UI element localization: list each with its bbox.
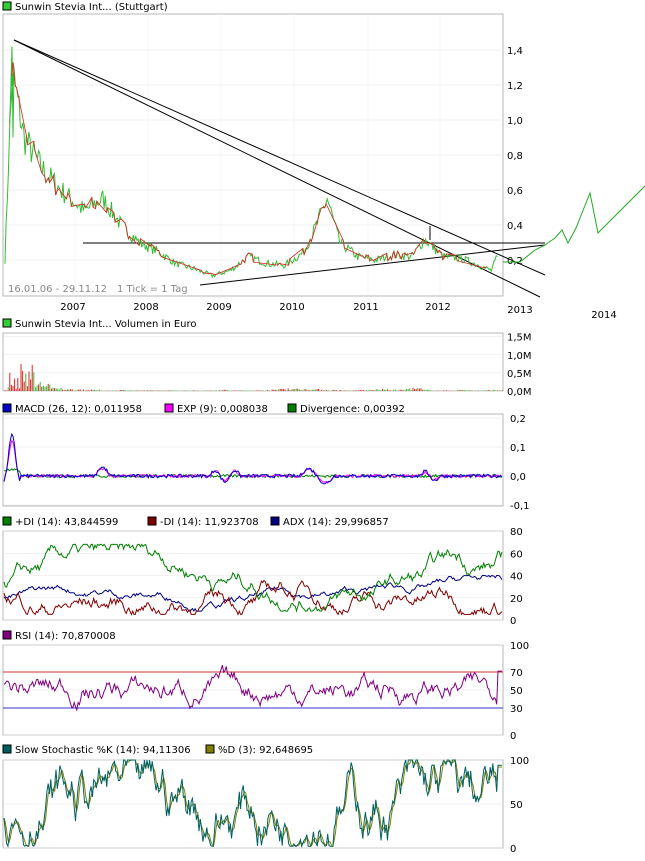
dmi-y-tick-label: 0 <box>510 616 516 627</box>
price-x-tick-label: 2009 <box>206 302 231 313</box>
dmi-gridlines <box>3 530 503 621</box>
stoch-y-tick-label: 100 <box>510 756 529 767</box>
dmi-legend-label: ADX (14): 29,996857 <box>283 517 389 528</box>
price-series-line <box>4 46 498 279</box>
macd-plot-frame <box>2 413 504 507</box>
price-range-text: 16.01.06 - 29.11.12 <box>8 284 107 295</box>
volume-y-axis: 1,5M 1,0M 0,5M 0,0M <box>507 333 532 398</box>
price-x-tick-label: 2007 <box>60 302 85 313</box>
dmi-y-tick-label: 20 <box>510 594 523 605</box>
macd-y-tick-label: 0,1 <box>510 443 526 454</box>
macd-legend-swatch <box>164 403 174 413</box>
stoch-legend-swatch <box>205 744 215 754</box>
rsi-y-tick-label: 70 <box>510 668 523 679</box>
dmi-y-tick-label: 60 <box>510 549 523 560</box>
macd-legend: MACD (26, 12): 0,011958 EXP (9): 0,008038… <box>2 403 405 415</box>
dmi-y-tick-label: 40 <box>510 572 523 583</box>
volume-panel: Sunwin Stevia Int... Volumen in Euro 1,5… <box>2 318 532 398</box>
rsi-y-tick-label: 0 <box>510 731 516 742</box>
stoch-legend-label: Slow Stochastic %K (14): 94,11306 <box>15 745 191 756</box>
price-y-tick-label: 0,6 <box>507 186 523 197</box>
dmi-legend-swatch <box>270 516 280 526</box>
price-y-tick-label: 1,2 <box>507 81 523 92</box>
macd-y-axis: 0,2 0,1 0,0 -0,1 <box>510 414 530 512</box>
price-gridlines <box>3 14 503 296</box>
price-title: Sunwin Stevia Int... (Stuttgart) <box>15 2 168 13</box>
macd-y-tick-label: -0,1 <box>510 501 530 512</box>
stoch-legend: Slow Stochastic %K (14): 94,11306 %D (3):… <box>2 744 313 756</box>
price-y-tick-label: 1,0 <box>507 116 523 127</box>
volume-plot-frame <box>2 332 504 392</box>
price-x-tick-label: 2013 <box>507 305 532 316</box>
volume-y-tick-label: 0,5M <box>507 369 532 380</box>
rsi-y-tick-label: 100 <box>510 641 529 652</box>
dmi-legend: +DI (14): 43,844599 -DI (14): 11,923708 AD… <box>2 516 389 528</box>
stoch-panel: Slow Stochastic %K (14): 94,11306 %D (3):… <box>2 744 529 855</box>
macd-legend-swatch <box>2 403 12 413</box>
price-x-tick-label: 2008 <box>133 302 158 313</box>
price-x-tick-label: 2012 <box>425 302 450 313</box>
volume-y-tick-label: 1,0M <box>507 351 532 362</box>
stoch-k-line <box>3 759 502 848</box>
macd-y-tick-label: 0,0 <box>510 472 526 483</box>
projection-line <box>503 185 645 263</box>
dmi-legend-swatch <box>147 516 157 526</box>
volume-bars <box>4 363 504 391</box>
volume-gridlines <box>3 336 503 392</box>
stoch-y-tick-label: 0 <box>510 844 516 855</box>
macd-legend-swatch <box>287 403 297 413</box>
rsi-y-tick-label: 30 <box>510 704 523 715</box>
volume-title: Sunwin Stevia Int... Volumen in Euro <box>15 319 197 330</box>
dmi-y-tick-label: 80 <box>510 527 523 538</box>
rsi-y-tick-label: 50 <box>510 686 523 697</box>
macd-y-tick-label: 0,2 <box>510 414 526 425</box>
price-panel: Sunwin Stevia Int... (Stuttgart) 1,4 1,2 1… <box>2 1 645 321</box>
chart-stage: Sunwin Stevia Int... (Stuttgart) 1,4 1,2 1… <box>0 0 645 857</box>
rsi-legend: RSI (14): 70,870008 <box>2 630 116 642</box>
price-y-axis: 1,41,21,00,80,60,40,2 <box>507 46 523 267</box>
rsi-legend-label: RSI (14): 70,870008 <box>15 631 116 642</box>
volume-y-tick-label: 0,0M <box>507 387 532 398</box>
stoch-y-axis: 100 50 0 <box>510 756 529 855</box>
stoch-d-line <box>3 758 502 848</box>
macd-gridlines <box>3 417 503 506</box>
macd-legend-label: Divergence: 0,00392 <box>300 404 405 415</box>
dmi-legend-label: +DI (14): 43,844599 <box>15 517 118 528</box>
macd-legend-label: EXP (9): 0,008038 <box>177 404 268 415</box>
price-x-tick-label: 2010 <box>279 302 304 313</box>
rsi-legend-swatch <box>2 630 12 640</box>
volume-legend-swatch <box>2 318 12 328</box>
volume-y-tick-label: 1,5M <box>507 333 532 344</box>
price-x-tick-label: 2014 <box>591 310 616 321</box>
stoch-legend-swatch <box>2 744 12 754</box>
price-tick-text: 1 Tick = 1 Tag <box>117 284 188 295</box>
chart-canvas: Sunwin Stevia Int... (Stuttgart) 1,4 1,2 1… <box>2 1 645 855</box>
price-y-tick-label: 1,4 <box>507 46 523 57</box>
price-y-tick-label: 0,4 <box>507 221 523 232</box>
dmi-y-axis: 80 60 40 20 0 <box>510 527 523 627</box>
dmi-legend-swatch <box>2 516 12 526</box>
rsi-gridlines <box>3 644 503 736</box>
dmi-panel: +DI (14): 43,844599 -DI (14): 11,923708 AD… <box>2 516 523 627</box>
price-legend-swatch <box>2 1 12 11</box>
trendline <box>13 39 546 276</box>
rsi-panel: RSI (14): 70,870008 100 70 50 30 0 <box>2 630 529 742</box>
stoch-legend-label: %D (3): 92,648695 <box>218 745 313 756</box>
stoch-y-tick-label: 50 <box>510 800 523 811</box>
macd-panel: MACD (26, 12): 0,011958 EXP (9): 0,008038… <box>2 403 530 512</box>
macd-legend-label: MACD (26, 12): 0,011958 <box>15 404 142 415</box>
dmi-legend-label: -DI (14): 11,923708 <box>160 517 259 528</box>
price-x-tick-label: 2011 <box>353 302 378 313</box>
rsi-y-axis: 100 70 50 30 0 <box>510 641 529 742</box>
price-y-tick-label: 0,8 <box>507 151 523 162</box>
